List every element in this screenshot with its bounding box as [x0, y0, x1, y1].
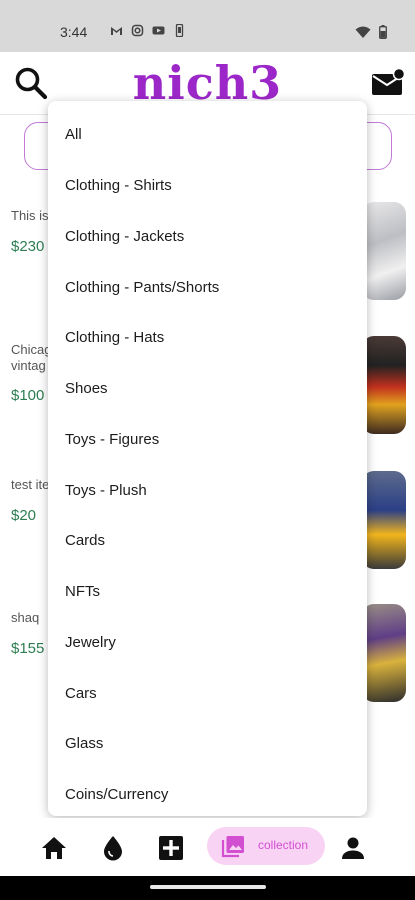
- item-price: $230: [11, 238, 45, 255]
- instagram-icon: [131, 24, 144, 37]
- menu-item-cars[interactable]: Cars: [65, 682, 97, 706]
- status-bar: 3:44: [0, 0, 415, 52]
- menu-item-nfts[interactable]: NFTs: [65, 580, 100, 604]
- phone-icon: [175, 24, 184, 37]
- item-description: Chicag vintag: [11, 342, 52, 373]
- menu-item-coins-currency[interactable]: Coins/Currency: [65, 783, 168, 807]
- collection-tab[interactable]: collection: [207, 827, 325, 865]
- menu-item-all[interactable]: All: [65, 123, 82, 147]
- item-image[interactable]: [362, 471, 406, 569]
- menu-item-clothing-jackets[interactable]: Clothing - Jackets: [65, 225, 184, 249]
- photo-library-icon: [221, 836, 244, 858]
- item-description: This is: [11, 208, 49, 223]
- category-dropdown-menu: All Clothing - Shirts Clothing - Jackets…: [48, 101, 367, 816]
- battery-icon: [379, 25, 387, 39]
- system-icons: [355, 25, 387, 39]
- mail-notification-icon[interactable]: [371, 68, 405, 98]
- item-price: $20: [11, 507, 37, 524]
- status-time: 3:44: [60, 24, 88, 40]
- item-price: $155: [11, 640, 45, 657]
- item-image[interactable]: [362, 604, 406, 702]
- home-icon[interactable]: [41, 835, 67, 861]
- item-description: test ite: [11, 477, 50, 492]
- menu-item-glass[interactable]: Glass: [65, 732, 103, 756]
- notification-icons: [110, 24, 186, 37]
- add-post-icon[interactable]: [158, 835, 184, 861]
- wifi-icon: [355, 26, 371, 38]
- profile-icon[interactable]: [340, 835, 366, 861]
- gmail-icon: [111, 27, 122, 35]
- youtube-icon: [152, 26, 165, 35]
- home-gesture-bar[interactable]: [150, 885, 266, 889]
- item-price: $100: [11, 387, 45, 404]
- menu-item-toys-figures[interactable]: Toys - Figures: [65, 428, 159, 452]
- item-description: shaq: [11, 610, 40, 625]
- menu-item-toys-plush[interactable]: Toys - Plush: [65, 479, 147, 503]
- collection-label: collection: [258, 838, 309, 852]
- bottom-navigation: collection: [0, 818, 415, 876]
- drop-icon[interactable]: [100, 835, 126, 861]
- menu-item-cards[interactable]: Cards: [65, 529, 105, 553]
- menu-item-clothing-pants-shorts[interactable]: Clothing - Pants/Shorts: [65, 276, 219, 300]
- menu-item-clothing-shirts[interactable]: Clothing - Shirts: [65, 174, 172, 198]
- item-image[interactable]: [362, 202, 406, 300]
- item-image[interactable]: [362, 336, 406, 434]
- menu-item-clothing-hats[interactable]: Clothing - Hats: [65, 326, 164, 350]
- menu-item-jewelry[interactable]: Jewelry: [65, 631, 116, 655]
- menu-item-shoes[interactable]: Shoes: [65, 377, 108, 401]
